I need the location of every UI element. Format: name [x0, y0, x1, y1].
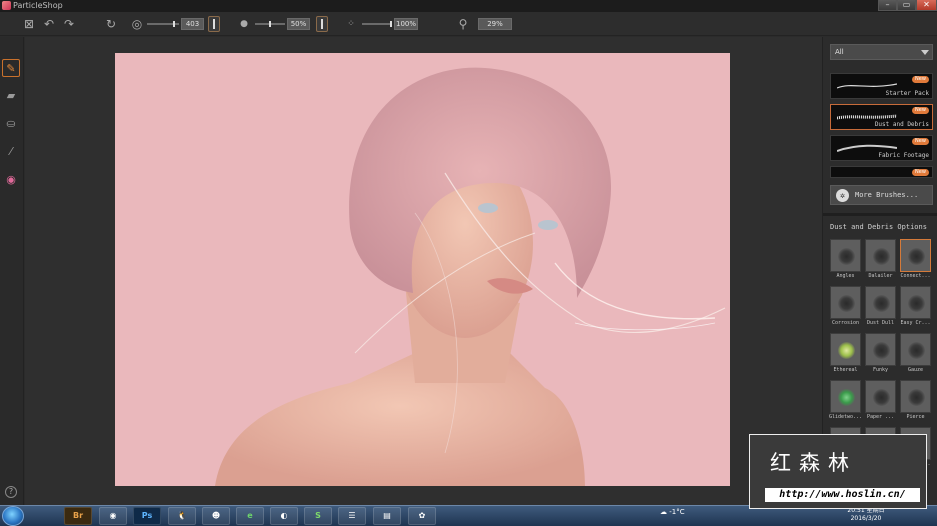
opacity-pressure-toggle[interactable] [316, 16, 328, 32]
brush-item-selected[interactable]: Connect... [900, 239, 931, 283]
more-brushes-button[interactable]: ✲ More Brushes... [830, 185, 933, 205]
weather-icon: ☁ [660, 508, 667, 516]
stroke-reset-icon[interactable]: ↻ [104, 17, 118, 31]
portrait-image [115, 53, 730, 486]
tray-temperature: -1°C [669, 508, 685, 516]
new-badge: New [912, 169, 929, 176]
taskbar-app-bridge[interactable]: Br [64, 507, 92, 525]
start-button[interactable] [2, 506, 24, 526]
grain-value[interactable]: 100% [394, 18, 418, 30]
redo-icon[interactable]: ↷ [62, 17, 76, 31]
brush-name: Paper ... [866, 414, 895, 420]
minimize-button[interactable]: – [878, 0, 897, 11]
brush-item[interactable]: Dalailer [865, 239, 896, 283]
brush-tool-icon[interactable]: ✎ [2, 59, 20, 77]
watermark: 红森林 http://www.hoslin.cn/ [749, 434, 927, 509]
more-brushes-label: More Brushes... [855, 191, 919, 199]
brush-size-icon: ◎ [131, 17, 143, 31]
taskbar-app-game[interactable]: ☻ [202, 507, 230, 525]
taskbar-app-eye[interactable]: ◉ [99, 507, 127, 525]
brush-name: Corrosion [831, 320, 860, 326]
brush-size-slider[interactable] [147, 21, 179, 27]
brush-item[interactable]: Dust Dull [865, 286, 896, 330]
new-badge: New [912, 107, 929, 114]
watermark-logo: 红森林 [770, 451, 857, 475]
taskbar-app-particleshop[interactable]: ✿ [408, 507, 436, 525]
category-label: Starter Pack [885, 90, 929, 97]
top-toolbar: ⊠ ↶ ↷ ↻ ◎ 403 ● 50% ⁘ 100% ⚲ 29% [0, 12, 937, 36]
panel-divider [823, 213, 937, 216]
category-partial[interactable]: New [830, 166, 933, 178]
category-dropdown[interactable]: All [830, 44, 933, 60]
brush-item[interactable]: Ethereal [830, 333, 861, 377]
stroke-preview-icon [837, 83, 897, 89]
brush-name: Funky [872, 367, 889, 373]
size-pressure-toggle[interactable] [208, 16, 220, 32]
taskbar-app-browser[interactable]: e [236, 507, 264, 525]
image-canvas[interactable] [115, 53, 730, 486]
brush-name: Angles [836, 273, 855, 279]
clock-date: 2016/3/20 [850, 515, 882, 522]
stroke-preview-icon [837, 144, 897, 152]
brush-item[interactable]: Pierce [900, 380, 931, 424]
eraser-tool-icon[interactable]: ▰ [2, 87, 20, 105]
tray-clock[interactable]: 20:51 星期日 2016/3/20 [846, 507, 886, 523]
brush-item[interactable]: Easy Cr... [900, 286, 931, 330]
grain-slider[interactable] [362, 21, 392, 27]
paint-bucket-icon[interactable]: ⛀ [2, 115, 20, 133]
close-button[interactable]: ✕ [916, 0, 937, 11]
taskbar-app-folder[interactable]: ▤ [373, 507, 401, 525]
opacity-value[interactable]: 50% [287, 18, 310, 30]
taskbar-app-chat[interactable]: ☰ [338, 507, 366, 525]
clear-layer-icon[interactable]: ⊠ [22, 17, 36, 31]
brush-name: Dust Dull [866, 320, 895, 326]
brush-name: Easy Cr... [900, 320, 931, 326]
watermark-url: http://www.hoslin.cn/ [765, 488, 920, 502]
taskbar-app-s[interactable]: S [304, 507, 332, 525]
brush-item[interactable]: Funky [865, 333, 896, 377]
tool-sidebar: ✎ ▰ ⛀ ⁄ ◉ ? [0, 37, 24, 505]
new-badge: New [912, 76, 929, 83]
help-button[interactable]: ? [5, 486, 17, 498]
gear-icon: ✲ [836, 189, 849, 202]
taskbar-app-media[interactable]: ◐ [270, 507, 298, 525]
brush-name: Connect... [900, 273, 931, 279]
new-badge: New [912, 138, 929, 145]
zoom-select[interactable]: 29% [478, 18, 512, 30]
system-tray: ☁ -1°C [660, 508, 685, 524]
brush-name: Glidetwo... [828, 414, 863, 420]
dropper-icon[interactable]: ⁄ [2, 143, 20, 161]
opacity-icon: ● [240, 19, 248, 29]
category-fabric-footage[interactable]: New Fabric Footage [830, 135, 933, 161]
app-logo-icon [2, 1, 11, 10]
window-title: ParticleShop [13, 1, 63, 10]
stroke-preview-icon [837, 114, 897, 120]
options-title: Dust and Debris Options [830, 223, 927, 231]
brush-name: Dalailer [868, 273, 893, 279]
category-starter-pack[interactable]: New Starter Pack [830, 73, 933, 99]
brush-item[interactable]: Corrosion [830, 286, 861, 330]
taskbar-app-photoshop[interactable]: Ps [133, 507, 161, 525]
brush-item[interactable]: Paper ... [865, 380, 896, 424]
category-dust-and-debris[interactable]: New Dust and Debris [830, 104, 933, 130]
brush-item[interactable]: Gauze [900, 333, 931, 377]
category-label: Fabric Footage [878, 152, 929, 159]
opacity-slider[interactable] [255, 21, 285, 27]
chevron-down-icon [921, 50, 929, 55]
brush-name: Pierce [906, 414, 925, 420]
taskbar-app-qq[interactable]: 🐧 [168, 507, 196, 525]
brush-item[interactable]: Angles [830, 239, 861, 283]
brush-name: Gauze [907, 367, 924, 373]
grain-icon: ⁘ [347, 19, 355, 29]
category-label: Dust and Debris [874, 121, 929, 128]
brush-item[interactable]: Glidetwo... [828, 380, 863, 424]
color-wheel-icon[interactable]: ◉ [2, 171, 20, 189]
zoom-icon: ⚲ [458, 17, 468, 31]
brush-name: Ethereal [833, 367, 858, 373]
category-dropdown-value: All [835, 48, 844, 56]
brush-size-value[interactable]: 403 [181, 18, 204, 30]
title-bar: ParticleShop – ▭ ✕ [0, 0, 937, 12]
maximize-button[interactable]: ▭ [897, 0, 916, 11]
undo-icon[interactable]: ↶ [42, 17, 56, 31]
